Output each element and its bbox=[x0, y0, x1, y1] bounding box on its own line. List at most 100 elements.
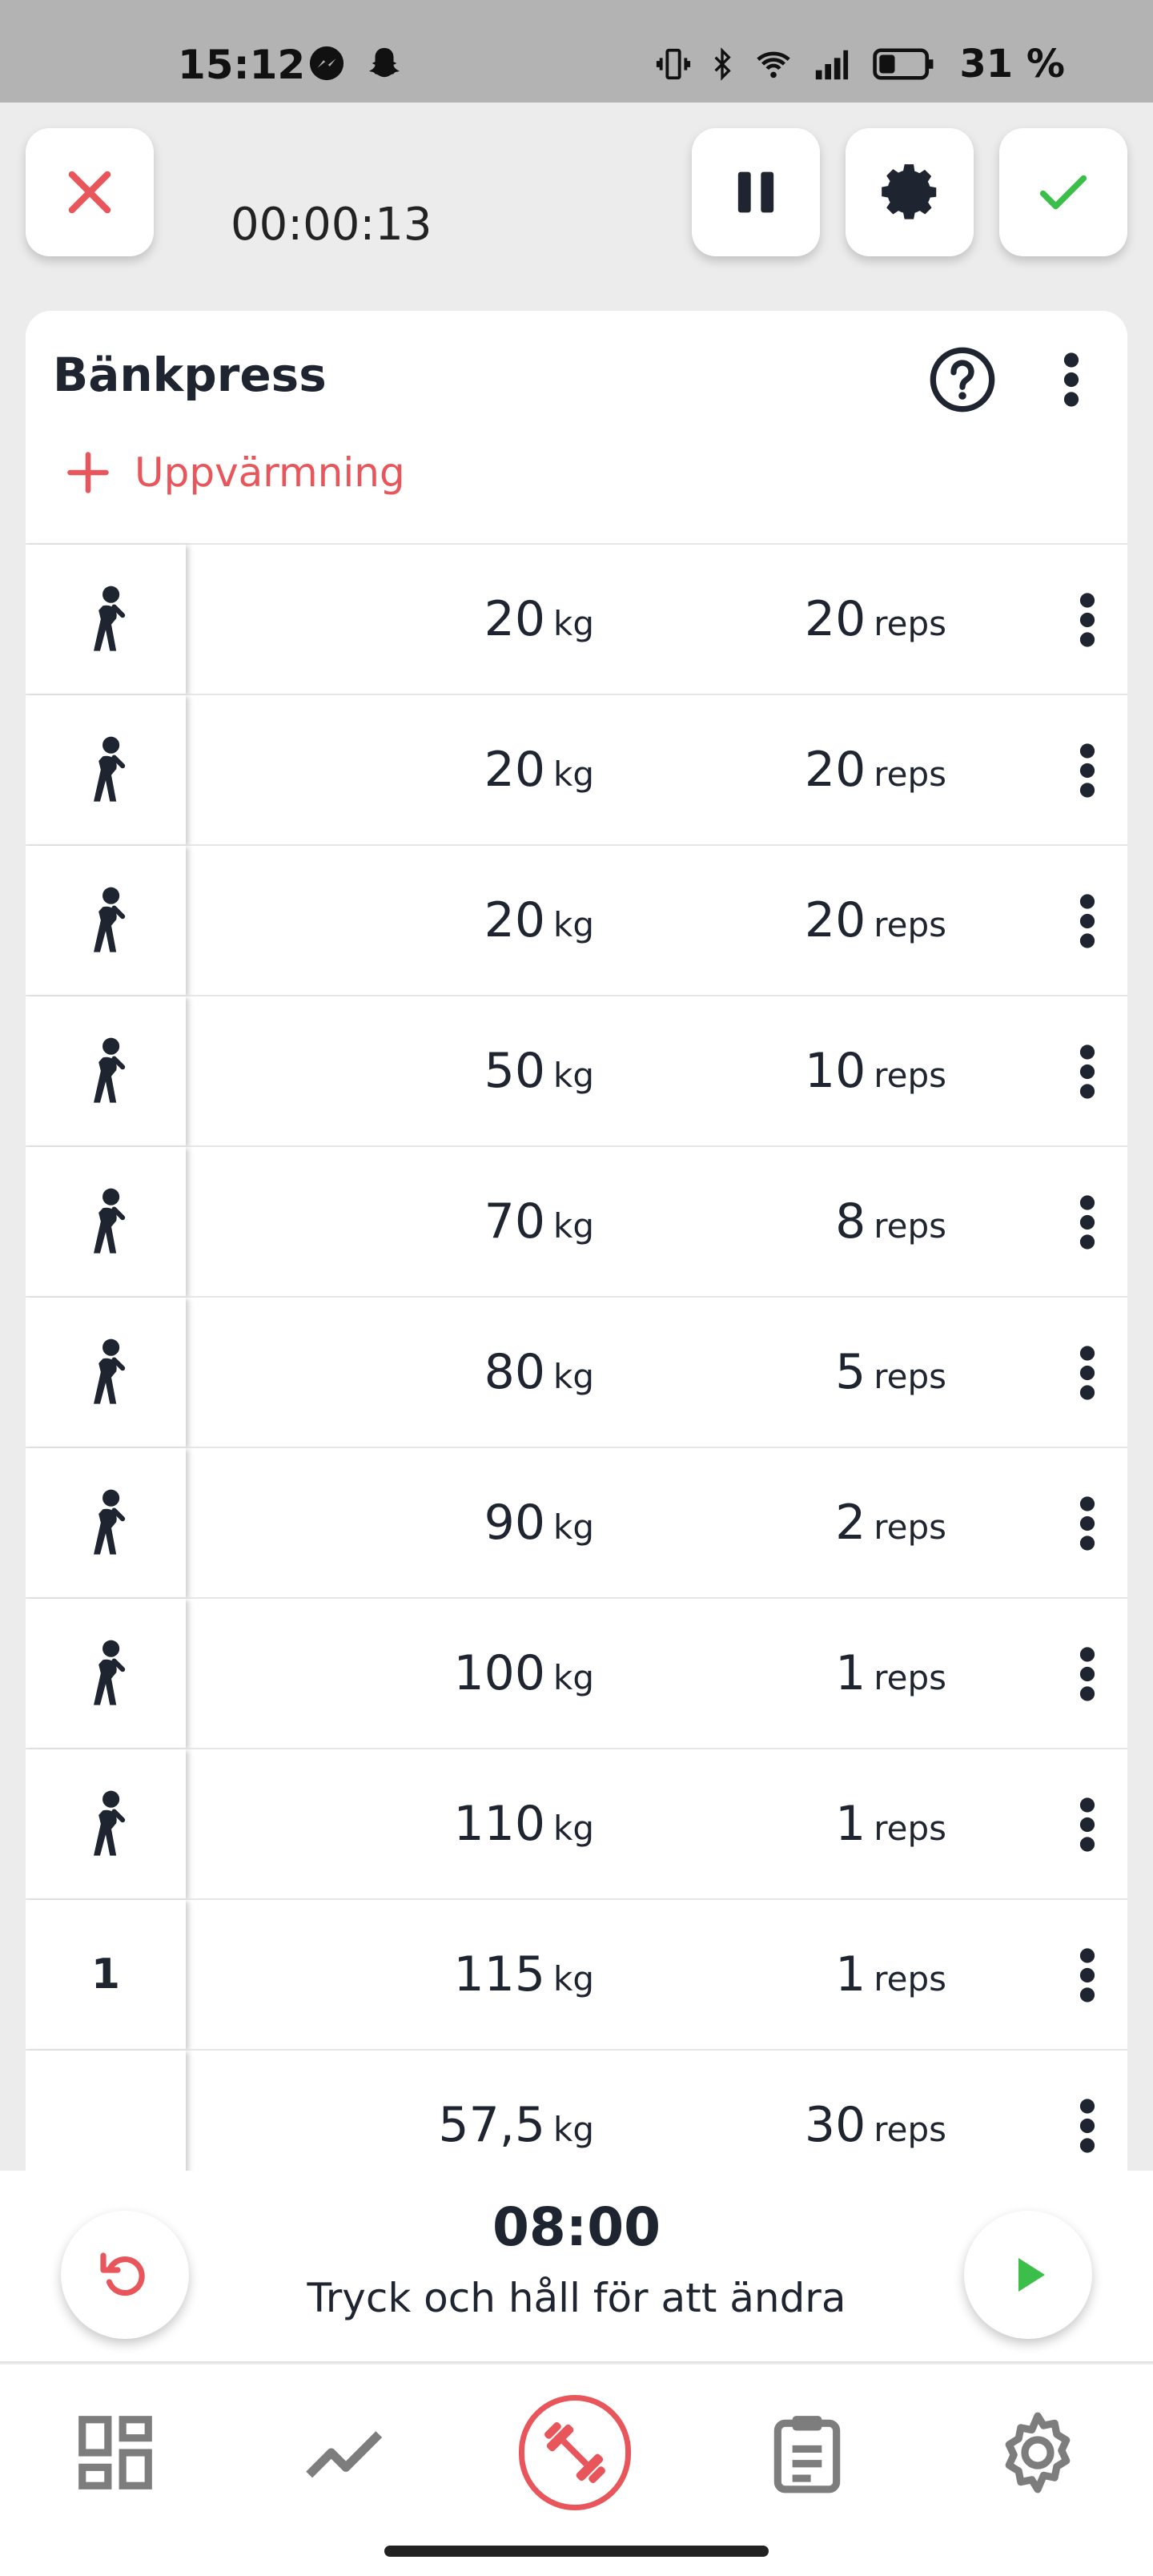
weight-value: 20 bbox=[484, 591, 546, 647]
set-weight[interactable]: 100 kg bbox=[266, 1645, 594, 1701]
start-timer-button[interactable] bbox=[964, 2211, 1092, 2339]
set-reps[interactable]: 1 reps bbox=[650, 1645, 946, 1701]
set-row[interactable]: 57,5 kg 30 reps bbox=[26, 2049, 1127, 2177]
set-more-icon[interactable] bbox=[1063, 1640, 1111, 1708]
set-type-cell[interactable] bbox=[26, 1599, 186, 1748]
set-weight[interactable]: 20 kg bbox=[266, 742, 594, 798]
reps-unit: reps bbox=[874, 1357, 946, 1396]
set-weight[interactable]: 20 kg bbox=[266, 591, 594, 647]
add-warmup-label: Uppvärmning bbox=[135, 449, 405, 496]
set-type-cell[interactable] bbox=[26, 1448, 186, 1597]
set-weight[interactable]: 115 kg bbox=[266, 1946, 594, 2002]
set-type-cell[interactable] bbox=[26, 2051, 186, 2177]
warmup-stretch-icon bbox=[94, 1188, 126, 1254]
weight-value: 115 bbox=[453, 1946, 546, 2002]
set-row[interactable]: 80 kg 5 reps bbox=[26, 1296, 1127, 1447]
set-row[interactable]: 20 kg 20 reps bbox=[26, 543, 1127, 694]
set-row[interactable]: 1 115 kg 1 reps bbox=[26, 1898, 1127, 2049]
set-weight[interactable]: 20 kg bbox=[266, 892, 594, 948]
elapsed-timer: 00:00:13 bbox=[231, 199, 432, 251]
set-more-icon[interactable] bbox=[1063, 1339, 1111, 1407]
set-more-icon[interactable] bbox=[1063, 737, 1111, 804]
set-number: 1 bbox=[90, 1950, 121, 1998]
weight-value: 70 bbox=[484, 1193, 546, 1250]
set-more-icon[interactable] bbox=[1063, 1791, 1111, 1858]
exercise-card: Bänkpress Uppvärmning 20 kg 20 reps 20 kg 2… bbox=[26, 311, 1127, 2177]
set-reps[interactable]: 20 reps bbox=[650, 742, 946, 798]
reps-value: 20 bbox=[804, 742, 866, 798]
set-more-icon[interactable] bbox=[1063, 1490, 1111, 1557]
set-reps[interactable]: 2 reps bbox=[650, 1495, 946, 1551]
set-more-icon[interactable] bbox=[1063, 1942, 1111, 2009]
reps-unit: reps bbox=[874, 1507, 946, 1547]
set-row[interactable]: 50 kg 10 reps bbox=[26, 995, 1127, 1145]
set-reps[interactable]: 5 reps bbox=[650, 1344, 946, 1400]
set-weight[interactable]: 50 kg bbox=[266, 1043, 594, 1099]
workout-settings-button[interactable] bbox=[846, 128, 974, 256]
weight-value: 50 bbox=[484, 1043, 546, 1099]
set-type-cell[interactable] bbox=[26, 545, 186, 694]
set-row[interactable]: 100 kg 1 reps bbox=[26, 1597, 1127, 1748]
set-more-icon[interactable] bbox=[1063, 1189, 1111, 1256]
set-type-cell[interactable] bbox=[26, 996, 186, 1145]
set-weight[interactable]: 70 kg bbox=[266, 1193, 594, 1250]
weight-value: 57,5 bbox=[438, 2097, 546, 2153]
plus-icon bbox=[67, 452, 109, 493]
set-more-icon[interactable] bbox=[1063, 2092, 1111, 2159]
weight-unit: kg bbox=[553, 755, 594, 794]
finish-workout-button[interactable] bbox=[999, 128, 1127, 256]
reps-unit: reps bbox=[874, 1056, 946, 1095]
set-type-cell[interactable] bbox=[26, 1147, 186, 1296]
snapchat-icon bbox=[368, 47, 400, 78]
help-icon[interactable] bbox=[927, 344, 998, 415]
set-reps[interactable]: 20 reps bbox=[650, 591, 946, 647]
warmup-stretch-icon bbox=[94, 1489, 126, 1555]
warmup-stretch-icon bbox=[94, 1037, 126, 1103]
home-indicator[interactable] bbox=[384, 2546, 769, 2557]
set-reps[interactable]: 1 reps bbox=[650, 1946, 946, 2002]
reps-value: 20 bbox=[804, 591, 866, 647]
set-more-icon[interactable] bbox=[1063, 1038, 1111, 1105]
reps-value: 1 bbox=[835, 1796, 866, 1852]
set-reps[interactable]: 10 reps bbox=[650, 1043, 946, 1099]
status-app-icons bbox=[308, 45, 403, 82]
set-reps[interactable]: 30 reps bbox=[650, 2097, 946, 2153]
add-warmup-button[interactable]: Uppvärmning bbox=[64, 449, 405, 497]
set-list: 20 kg 20 reps 20 kg 20 reps 20 kg 20 reps 50 kg… bbox=[26, 543, 1127, 2177]
set-type-cell[interactable] bbox=[26, 1749, 186, 1898]
set-row[interactable]: 20 kg 20 reps bbox=[26, 694, 1127, 844]
pause-button[interactable] bbox=[692, 128, 820, 256]
set-row[interactable]: 90 kg 2 reps bbox=[26, 1447, 1127, 1597]
set-more-icon[interactable] bbox=[1063, 586, 1111, 654]
set-reps[interactable]: 8 reps bbox=[650, 1193, 946, 1250]
set-type-cell[interactable]: 1 bbox=[26, 1900, 186, 2049]
set-row[interactable]: 70 kg 8 reps bbox=[26, 1145, 1127, 1296]
nav-progress[interactable] bbox=[290, 2397, 402, 2509]
reps-value: 10 bbox=[804, 1043, 866, 1099]
bluetooth-icon bbox=[714, 47, 732, 81]
reps-value: 8 bbox=[835, 1193, 866, 1250]
set-reps[interactable]: 1 reps bbox=[650, 1796, 946, 1852]
weight-unit: kg bbox=[553, 905, 594, 944]
set-row[interactable]: 20 kg 20 reps bbox=[26, 844, 1127, 995]
exercise-more-icon[interactable] bbox=[1049, 346, 1094, 413]
set-more-icon[interactable] bbox=[1063, 888, 1111, 955]
weight-value: 110 bbox=[453, 1796, 546, 1852]
set-reps[interactable]: 20 reps bbox=[650, 892, 946, 948]
play-icon bbox=[1018, 2258, 1045, 2292]
set-type-cell[interactable] bbox=[26, 695, 186, 844]
set-row[interactable]: 110 kg 1 reps bbox=[26, 1748, 1127, 1898]
set-weight[interactable]: 90 kg bbox=[266, 1495, 594, 1551]
nav-settings[interactable] bbox=[982, 2397, 1094, 2509]
nav-dashboard[interactable] bbox=[59, 2397, 171, 2509]
nav-log[interactable] bbox=[751, 2397, 863, 2509]
cancel-workout-button[interactable] bbox=[26, 128, 154, 256]
set-type-cell[interactable] bbox=[26, 1298, 186, 1447]
weight-unit: kg bbox=[553, 2110, 594, 2149]
set-weight[interactable]: 57,5 kg bbox=[266, 2097, 594, 2153]
set-weight[interactable]: 110 kg bbox=[266, 1796, 594, 1852]
nav-workout[interactable] bbox=[519, 2395, 631, 2510]
battery-icon bbox=[873, 48, 934, 80]
set-type-cell[interactable] bbox=[26, 846, 186, 995]
set-weight[interactable]: 80 kg bbox=[266, 1344, 594, 1400]
